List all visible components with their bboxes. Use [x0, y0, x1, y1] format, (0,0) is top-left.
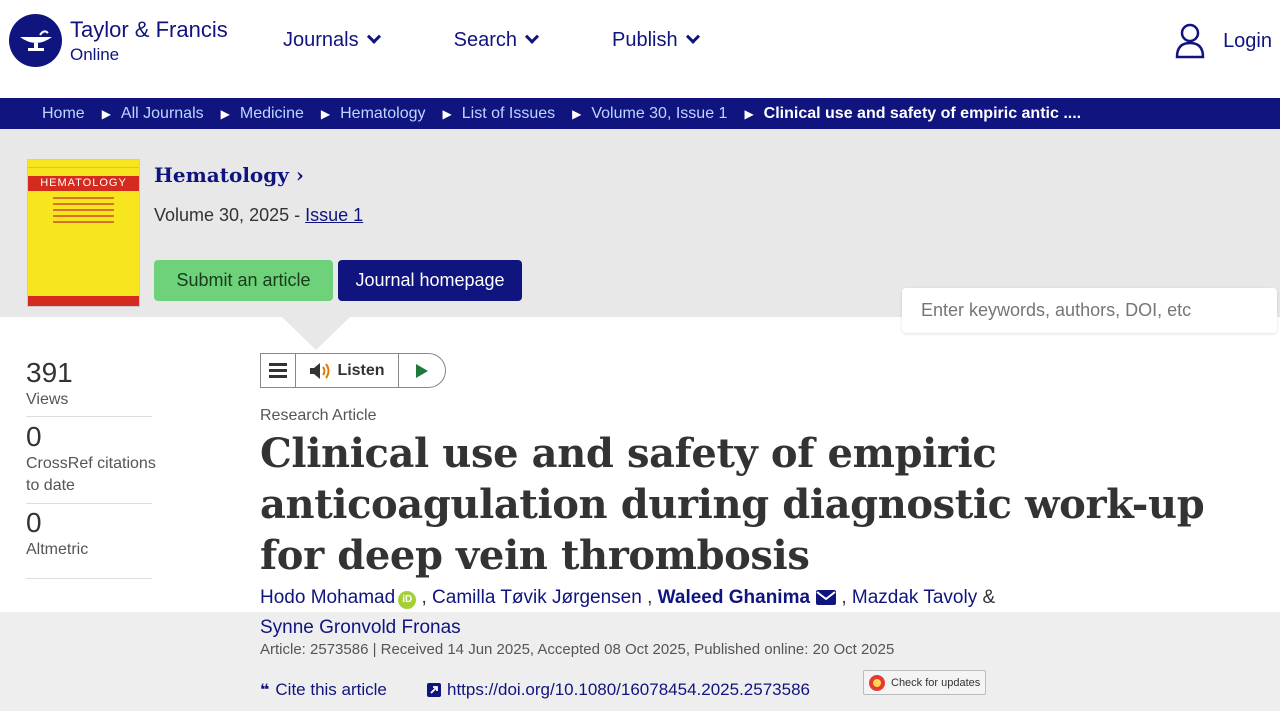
logo-sub: Online — [70, 45, 120, 64]
volume-text: Volume 30, 2025 - — [154, 205, 306, 225]
breadcrumb-arrow-icon: ▶ — [220, 106, 230, 121]
nav-search-label: Search — [453, 29, 517, 51]
logo-lamp-icon — [9, 14, 62, 67]
breadcrumb-volume-issue[interactable]: Volume 30, Issue 1 — [591, 105, 727, 123]
nav-publish[interactable]: Publish — [611, 29, 700, 52]
speaker-icon — [310, 362, 330, 379]
breadcrumb: Home ▶ All Journals ▶ Medicine ▶ Hematol… — [0, 98, 1280, 129]
listen-widget: Listen — [260, 353, 446, 388]
metric-crossref-value: 0 — [26, 421, 42, 452]
volume-line: Volume 30, 2025 - Issue 1 — [154, 205, 363, 226]
quote-icon: ❝ — [260, 682, 270, 699]
breadcrumb-hematology[interactable]: Hematology — [340, 105, 425, 123]
breadcrumb-arrow-icon: ▶ — [744, 106, 754, 121]
article-meta: Article: 2573586 | Received 14 Jun 2025,… — [260, 641, 895, 658]
breadcrumb-arrow-icon: ▶ — [320, 106, 331, 121]
breadcrumb-arrow-icon: ▶ — [572, 106, 582, 121]
journal-title-link[interactable]: Hematology › — [154, 163, 304, 187]
article-title: Clinical use and safety of empiric antic… — [260, 430, 1205, 579]
mail-icon[interactable] — [816, 590, 837, 605]
metric-views: 391 Views — [26, 357, 152, 417]
doi-text: https://doi.org/10.1080/16078454.2025.25… — [447, 680, 810, 699]
user-icon — [1175, 23, 1205, 59]
login-button[interactable]: Login — [1175, 23, 1272, 59]
nav-journals-label: Journals — [283, 29, 359, 51]
metric-crossref-label: CrossRef citations to date — [26, 455, 156, 494]
check-updates-label: Check for updates — [891, 676, 981, 689]
journal-cover-image[interactable]: HEMATOLOGY — [27, 159, 140, 307]
metric-altmetric-label: Altmetric — [26, 541, 89, 558]
main-nav: Journals Search Publish — [283, 29, 700, 52]
author-link[interactable]: Synne Gronvold Fronas — [260, 617, 461, 638]
cover-title: HEMATOLOGY — [28, 176, 139, 191]
chevron-down-icon — [366, 29, 381, 44]
metric-views-label: Views — [26, 391, 69, 408]
author-link[interactable]: Hodo Mohamad — [260, 587, 395, 608]
breadcrumb-current: Clinical use and safety of empiric antic… — [763, 104, 1082, 122]
article-type: Research Article — [260, 407, 377, 424]
nav-search[interactable]: Search — [453, 29, 540, 52]
chevron-down-icon — [524, 29, 540, 44]
chevron-down-icon — [685, 29, 700, 44]
login-label: Login — [1223, 29, 1272, 52]
author-link[interactable]: Camilla Tøvik Jørgensen — [432, 587, 642, 608]
breadcrumb-arrow-icon: ▶ — [442, 106, 452, 121]
submit-article-button[interactable]: Submit an article — [154, 260, 333, 301]
doi-link[interactable]: https://doi.org/10.1080/16078454.2025.25… — [427, 680, 810, 700]
nav-journals[interactable]: Journals — [283, 29, 381, 52]
metric-altmetric-value: 0 — [26, 507, 42, 538]
author-link[interactable]: Waleed Ghanima — [658, 587, 810, 608]
journal-homepage-button[interactable]: Journal homepage — [338, 260, 522, 301]
banner-pointer — [282, 317, 350, 350]
site-logo[interactable]: Taylor & Francis Online — [9, 14, 228, 67]
nav-publish-label: Publish — [611, 29, 678, 51]
logo-name: Taylor & Francis — [70, 17, 228, 42]
cite-article-link[interactable]: ❝ Cite this article — [260, 680, 387, 700]
issue-link[interactable]: Issue 1 — [305, 205, 363, 225]
cite-label: Cite this article — [275, 680, 387, 699]
play-button[interactable] — [399, 354, 445, 387]
breadcrumb-all-journals[interactable]: All Journals — [121, 105, 204, 123]
listen-button[interactable]: Listen — [296, 354, 399, 387]
external-link-icon — [427, 683, 441, 697]
search-input[interactable] — [902, 288, 1277, 333]
listen-label: Listen — [337, 361, 385, 379]
listen-menu-button[interactable] — [261, 354, 296, 387]
breadcrumb-medicine[interactable]: Medicine — [240, 105, 304, 123]
metric-altmetric[interactable]: 0 Altmetric — [26, 507, 152, 579]
metric-crossref: 0 CrossRef citations to date — [26, 421, 156, 504]
menu-icon — [269, 369, 287, 372]
play-icon — [416, 363, 428, 378]
site-header: Taylor & Francis Online Journals Search … — [0, 0, 1280, 98]
metric-views-value: 391 — [26, 357, 73, 388]
check-for-updates-button[interactable]: Check for updates — [863, 670, 986, 695]
author-list: Hodo Mohamad iD , Camilla Tøvik Jørgensen… — [260, 587, 996, 638]
breadcrumb-home[interactable]: Home — [42, 105, 85, 123]
crossmark-icon — [869, 674, 885, 691]
breadcrumb-arrow-icon: ▶ — [101, 106, 111, 121]
orcid-icon[interactable]: iD — [398, 591, 417, 609]
author-link[interactable]: Mazdak Tavoly — [852, 587, 977, 608]
breadcrumb-list-of-issues[interactable]: List of Issues — [462, 105, 555, 123]
